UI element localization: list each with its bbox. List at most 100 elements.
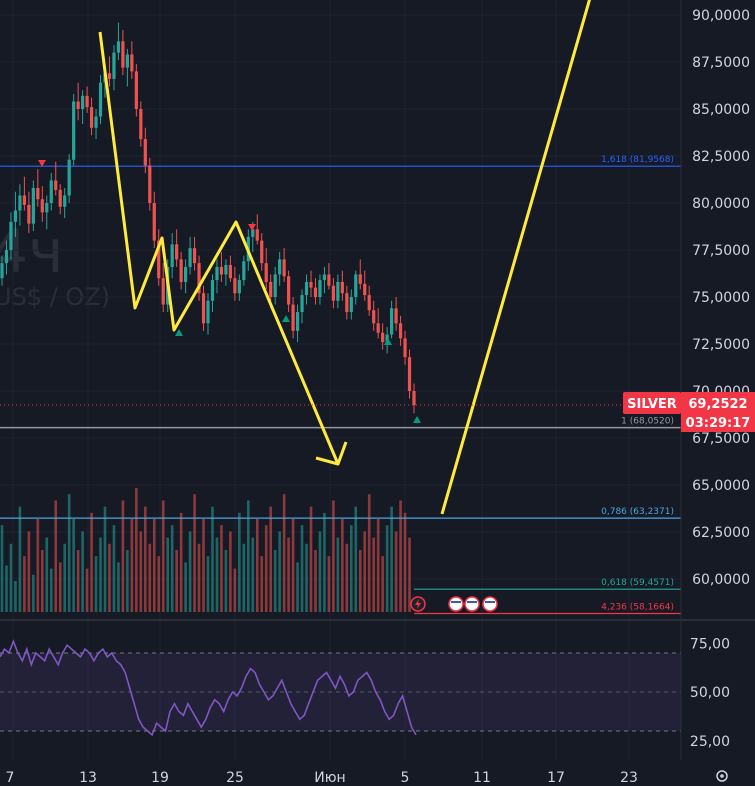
candle-body[interactable]	[394, 308, 398, 324]
candle-body[interactable]	[318, 280, 322, 297]
candle-body[interactable]	[340, 281, 344, 294]
candle-body[interactable]	[4, 250, 9, 264]
candle-body[interactable]	[251, 229, 255, 237]
candle-body[interactable]	[300, 295, 304, 313]
candle-body[interactable]	[170, 244, 174, 267]
candle-body[interactable]	[31, 187, 35, 224]
candle-body[interactable]	[143, 139, 147, 166]
candle-body[interactable]	[255, 229, 259, 241]
candle-body[interactable]	[134, 71, 138, 109]
candle-body[interactable]	[376, 323, 380, 333]
volume-bar	[350, 525, 353, 612]
candle-body[interactable]	[412, 391, 416, 406]
candle-body[interactable]	[116, 41, 121, 53]
volume-bar	[403, 512, 407, 612]
time-axis-label: 11	[473, 770, 491, 786]
candle-body[interactable]	[210, 280, 215, 301]
candle-body[interactable]	[188, 248, 192, 267]
candle-body[interactable]	[367, 295, 371, 311]
candle-body[interactable]	[49, 180, 53, 203]
candle-body[interactable]	[125, 54, 129, 68]
flag-stripe-icon	[467, 601, 477, 603]
candle-body[interactable]	[309, 281, 313, 288]
candle-body[interactable]	[67, 159, 71, 196]
candle-body[interactable]	[76, 101, 80, 109]
candle-body[interactable]	[219, 266, 224, 275]
candle-body[interactable]	[89, 107, 94, 128]
candle-body[interactable]	[40, 199, 44, 213]
candle-body[interactable]	[81, 95, 85, 109]
us-flag-event-icon[interactable]	[464, 596, 480, 612]
candle-body[interactable]	[228, 265, 232, 279]
candle-body[interactable]	[27, 204, 31, 224]
candle-body[interactable]	[215, 266, 219, 281]
candle-body[interactable]	[295, 312, 300, 331]
candle-body[interactable]	[398, 323, 403, 339]
candle-body[interactable]	[175, 244, 179, 260]
candle-body[interactable]	[184, 266, 188, 282]
candle-body[interactable]	[139, 109, 143, 140]
candle-body[interactable]	[269, 281, 273, 297]
candle-body[interactable]	[327, 274, 331, 286]
candle-body[interactable]	[18, 195, 22, 211]
candle-body[interactable]	[336, 281, 340, 301]
candle-body[interactable]	[242, 261, 246, 281]
candle-body[interactable]	[403, 338, 407, 358]
candle-body[interactable]	[45, 203, 49, 213]
candle-body[interactable]	[206, 300, 210, 324]
candle-body[interactable]	[345, 293, 349, 313]
candle-body[interactable]	[278, 259, 282, 275]
volume-bar	[300, 525, 304, 612]
candle-body[interactable]	[152, 203, 156, 241]
candle-body[interactable]	[390, 308, 394, 335]
candle-body[interactable]	[130, 54, 134, 72]
candle-body[interactable]	[58, 189, 62, 207]
candle-body[interactable]	[349, 297, 353, 313]
candle-body[interactable]	[322, 274, 327, 281]
candle-body[interactable]	[381, 332, 385, 343]
candle-body[interactable]	[22, 195, 26, 205]
volume-bar	[376, 519, 380, 612]
candle-body[interactable]	[13, 210, 18, 222]
candle-body[interactable]	[313, 287, 318, 297]
candle-body[interactable]	[273, 274, 277, 297]
us-flag-event-icon[interactable]	[448, 596, 464, 612]
candle-body[interactable]	[179, 259, 183, 282]
candle-body[interactable]	[54, 180, 58, 190]
candle-body[interactable]	[161, 278, 165, 305]
candle-body[interactable]	[260, 240, 264, 264]
candle-body[interactable]	[0, 263, 4, 279]
candle-body[interactable]	[112, 52, 116, 79]
candle-body[interactable]	[107, 73, 112, 79]
candle-body[interactable]	[331, 285, 335, 301]
us-flag-event-icon[interactable]	[482, 596, 498, 612]
candle-body[interactable]	[224, 265, 228, 275]
candle-body[interactable]	[72, 101, 76, 160]
candle-body[interactable]	[121, 41, 125, 68]
candle-body[interactable]	[287, 276, 291, 305]
candle-body[interactable]	[407, 357, 412, 391]
candle-body[interactable]	[85, 95, 89, 108]
event-icons[interactable]	[410, 596, 498, 612]
candle-body[interactable]	[372, 310, 376, 324]
candle-body[interactable]	[98, 82, 103, 117]
candle-body[interactable]	[9, 221, 13, 250]
candle-body[interactable]	[237, 280, 241, 294]
candle-body[interactable]	[291, 304, 295, 331]
candle-body[interactable]	[363, 283, 367, 296]
candle-body[interactable]	[282, 259, 286, 277]
candle-body[interactable]	[304, 281, 309, 296]
candle-body[interactable]	[358, 274, 362, 284]
candle-body[interactable]	[63, 195, 67, 207]
candle-body[interactable]	[201, 293, 206, 324]
candle-body[interactable]	[354, 274, 358, 297]
candle-body[interactable]	[36, 187, 40, 200]
candle-body[interactable]	[94, 116, 98, 128]
candle-body[interactable]	[233, 278, 237, 294]
candle-body[interactable]	[148, 165, 152, 203]
price-chart[interactable]: 4ч US$ / OZ) 1,618 (81,9568)1 (68,0520)0…	[0, 0, 755, 786]
volume-bar	[197, 543, 201, 612]
candle-body[interactable]	[264, 263, 268, 282]
candle-body[interactable]	[192, 248, 197, 264]
time-axis-label: 17	[547, 770, 565, 786]
